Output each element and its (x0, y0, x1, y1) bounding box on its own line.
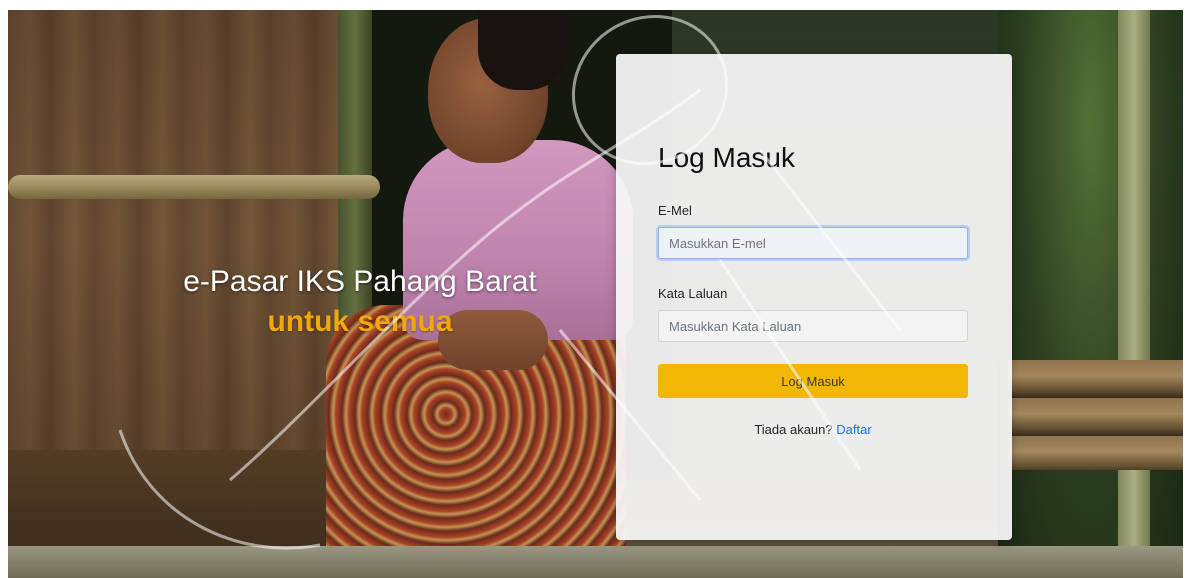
email-label: E-Mel (658, 203, 692, 218)
password-field[interactable] (658, 310, 968, 342)
email-field[interactable] (658, 227, 968, 259)
password-label: Kata Laluan (658, 286, 728, 301)
login-card: Log Masuk E-Mel Kata Laluan Log Masuk Ti… (616, 54, 1012, 540)
signup-row: Tiada akaun? Daftar (658, 422, 968, 437)
signup-link[interactable]: Daftar (836, 422, 871, 437)
login-button[interactable]: Log Masuk (658, 364, 968, 398)
signup-prompt: Tiada akaun? (754, 422, 833, 437)
hero-title: e-Pasar IKS Pahang Barat (183, 265, 537, 298)
hero-subtitle: untuk semua (267, 305, 453, 338)
login-heading: Log Masuk (658, 142, 795, 173)
